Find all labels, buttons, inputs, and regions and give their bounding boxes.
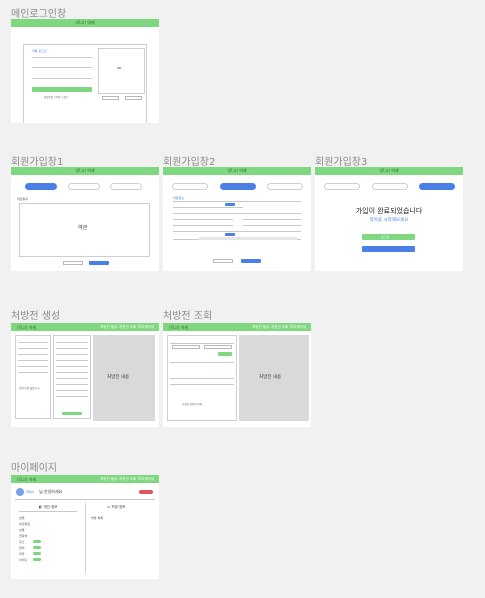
frame-signup3: (로고) 약제 가입이 완료되었습니다 약목을 시작해보세요 로그인 xyxy=(315,167,463,271)
step-2 xyxy=(68,183,100,190)
frame-main-login: (로고) 약제 약목 로그인 회원가입 | 아이디 찾기 QR xyxy=(11,19,159,123)
section-label-signup1: 회원가입창1 xyxy=(11,157,64,168)
nav-view[interactable]: 처방전 조회 xyxy=(119,325,136,330)
nav-mypage[interactable]: 마이페이지 xyxy=(290,325,306,330)
step-3 xyxy=(267,183,303,190)
login-button[interactable]: 로그인 xyxy=(362,234,415,240)
terms-box: 약관 xyxy=(19,203,150,257)
section-label-prescription-create: 처방전 생성 xyxy=(11,311,61,322)
search-panel: 조회된 처방전 목록 xyxy=(167,335,237,421)
prev-button[interactable] xyxy=(63,261,83,265)
nav-mypage[interactable]: 마이페이지 xyxy=(138,325,154,330)
login-panel: 약목 로그인 회원가입 | 아이디 찾기 QR xyxy=(23,44,147,123)
add-button[interactable] xyxy=(62,412,82,415)
step-1 xyxy=(25,183,57,190)
step-2 xyxy=(220,183,256,190)
next-button[interactable] xyxy=(241,259,261,263)
section-label-prescription-view: 처방전 조회 xyxy=(163,311,213,322)
nav-create[interactable]: 처방전 생성 xyxy=(100,477,117,482)
header-bar: (로고) 약제 xyxy=(11,19,159,27)
prescription-preview: 처방전 내용 xyxy=(93,335,155,421)
frame-signup1: (로고) 약제 약관동의 약관 xyxy=(11,167,159,271)
search-input-1[interactable] xyxy=(172,345,200,349)
frame-prescription-view: (로고) 약제 처방전 생성 처방전 조회 마이페이지 조회된 처방전 목록 처… xyxy=(163,323,311,427)
signup-complete-title: 가입이 완료되었습니다 xyxy=(355,207,423,215)
section-label-signup3: 회원가입창3 xyxy=(315,157,368,168)
frame-mypage: (로고) 약제 처방전 생성 처방전 조회 마이페이지 약제사 님 안녕하세요 … xyxy=(11,475,159,579)
btn-left[interactable] xyxy=(102,96,119,100)
header-bar: (로고) 약제 처방전 생성 처방전 조회 마이페이지 xyxy=(11,475,159,483)
step-1 xyxy=(324,183,360,190)
header-bar: (로고) 약제 처방전 생성 처방전 조회 마이페이지 xyxy=(11,323,159,331)
start-button[interactable] xyxy=(362,246,415,252)
nav-create[interactable]: 처방전 생성 xyxy=(100,325,117,330)
terms-text: 약관 xyxy=(78,225,88,231)
header-bar: (로고) 약제 xyxy=(315,167,463,175)
header-bar: (로고) 약제 xyxy=(163,167,311,175)
nav-mypage[interactable]: 마이페이지 xyxy=(138,477,154,482)
nav-view[interactable]: 처방전 조회 xyxy=(119,477,136,482)
patient-panel: 선택 내용 설명 표시 xyxy=(15,335,51,419)
section-label-main-login: 메인로그인창 xyxy=(11,9,67,20)
login-button[interactable] xyxy=(32,87,92,92)
next-button[interactable] xyxy=(89,261,109,265)
step-3 xyxy=(419,183,455,190)
search-button[interactable] xyxy=(218,352,232,356)
search-input-2[interactable] xyxy=(204,345,232,349)
step-1 xyxy=(172,183,208,190)
frame-prescription-create: (로고) 약제 처방전 생성 처방전 조회 마이페이지 선택 내용 설명 표시 … xyxy=(11,323,159,427)
drug-panel xyxy=(53,335,91,419)
logout-button[interactable] xyxy=(139,490,153,494)
nav-create[interactable]: 처방전 생성 xyxy=(252,325,269,330)
qr-box: QR xyxy=(98,48,145,94)
greeting: 님 안녕하세요 xyxy=(39,489,63,494)
logo-text: (로고) 약제 xyxy=(75,20,95,25)
section-label-mypage: 마이페이지 xyxy=(11,463,57,474)
step-3 xyxy=(110,183,142,190)
section-label-signup2: 회원가입창2 xyxy=(163,157,216,168)
prescription-preview: 처방전 내용 xyxy=(239,335,309,421)
header-bar: (로고) 약제 xyxy=(11,167,159,175)
prev-button[interactable] xyxy=(213,259,233,263)
signup-complete-subtitle: 약목을 시작해보세요 xyxy=(369,218,409,223)
btn-right[interactable] xyxy=(125,96,142,100)
avatar-icon xyxy=(16,488,24,496)
step-2 xyxy=(372,183,408,190)
frame-signup2: (로고) 약제 회원정보 xyxy=(163,167,311,271)
header-bar: (로고) 약제 처방전 생성 처방전 조회 마이페이지 xyxy=(163,323,311,331)
nav-view[interactable]: 처방전 조회 xyxy=(271,325,288,330)
